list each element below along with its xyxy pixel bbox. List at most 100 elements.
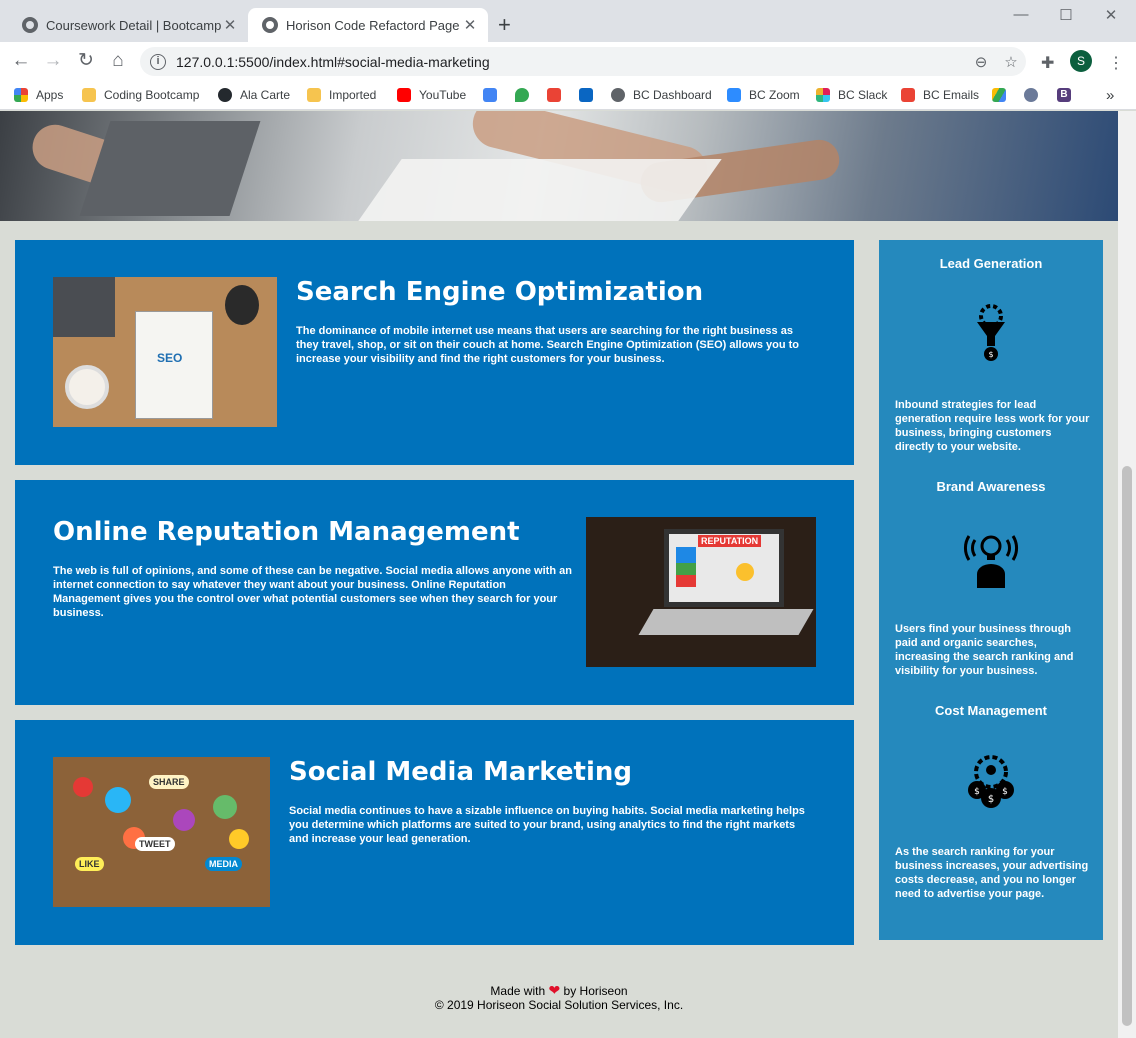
bookmark-apps[interactable]: Apps <box>14 85 63 105</box>
bookmark-label: BC Emails <box>923 88 980 102</box>
benefit-text: Users find your business through paid an… <box>895 623 1074 677</box>
bookmark-imported[interactable]: Imported <box>307 85 376 105</box>
bookmark-label: BC Dashboard <box>633 88 712 102</box>
address-bar[interactable]: i 127.0.0.1:5500/index.html#social-media… <box>140 47 1026 76</box>
bookmark-bc-emails[interactable]: BC Emails <box>901 85 979 105</box>
media-label: MEDIA <box>205 857 242 871</box>
bookmark-youtube[interactable]: YouTube <box>397 85 466 105</box>
page-scrollbar[interactable] <box>1118 111 1136 1038</box>
tab-coursework[interactable]: Coursework Detail | Bootcamp Sp ✕ <box>8 8 248 42</box>
reputation-image-label: REPUTATION <box>698 535 762 547</box>
maximize-icon[interactable]: ☐ <box>1043 6 1089 24</box>
reputation-image: REPUTATION <box>586 517 816 667</box>
close-icon[interactable]: ✕ <box>462 16 478 34</box>
page-footer: Made with ❤ by Horiseon © 2019 Horiseon … <box>0 983 1118 1012</box>
calendar-icon[interactable] <box>483 85 505 105</box>
seo-image: SEO <box>53 277 277 427</box>
bookmarks-bar: Apps Coding Bootcamp Ala Carte Imported … <box>0 80 1136 110</box>
maps-icon[interactable] <box>515 85 537 105</box>
social-media-image: SHARE TWEET LIKE MEDIA <box>53 757 270 907</box>
apps-grid-icon <box>14 88 28 102</box>
brand-awareness-icon <box>964 535 1018 588</box>
browser-toolbar: ← → ↻ ⌂ i 127.0.0.1:5500/index.html#soci… <box>0 42 1136 80</box>
site-info-icon[interactable]: i <box>150 53 166 70</box>
section-title: Online Reputation Management <box>53 517 520 547</box>
section-online-reputation: Online Reputation Management The web is … <box>15 480 854 705</box>
section-title: Social Media Marketing <box>289 757 632 787</box>
globe-icon <box>262 17 278 33</box>
folder-icon <box>82 88 96 102</box>
hero-image <box>0 111 1118 221</box>
svg-text:$: $ <box>988 350 993 359</box>
tab-horison[interactable]: Horison Code Refactord Page ✕ <box>248 8 488 42</box>
svg-text:$: $ <box>988 794 994 805</box>
copyright: © 2019 Horiseon Social Solution Services… <box>434 998 684 1012</box>
section-text: Social media continues to have a sizable… <box>289 805 805 845</box>
bookmark-bc-zoom[interactable]: BC Zoom <box>727 85 800 105</box>
by-text: by Horiseon <box>563 984 628 998</box>
section-social-media: SHARE TWEET LIKE MEDIA Social Media Mark… <box>15 720 854 945</box>
like-label: LIKE <box>75 857 104 871</box>
tweet-label: TWEET <box>135 837 175 851</box>
svg-text:$: $ <box>974 787 980 797</box>
seo-image-label: SEO <box>157 351 183 365</box>
bookmark-ala-carte[interactable]: Ala Carte <box>218 85 290 105</box>
window-close-icon[interactable]: ✕ <box>1088 6 1134 24</box>
bootstrap-icon[interactable]: B <box>1057 85 1079 105</box>
minimize-icon[interactable]: — <box>998 6 1044 23</box>
section-text: The dominance of mobile internet use mea… <box>296 325 800 365</box>
bookmark-bc-slack[interactable]: BC Slack <box>816 85 887 105</box>
new-tab-icon[interactable]: + <box>498 12 511 38</box>
bookmark-coding-bootcamp[interactable]: Coding Bootcamp <box>82 85 199 105</box>
benefit-title: Lead Generation <box>939 256 1043 271</box>
section-title: Search Engine Optimization <box>296 277 704 307</box>
profile-avatar[interactable]: S <box>1070 50 1092 72</box>
url-text[interactable]: 127.0.0.1:5500/index.html#social-media-m… <box>176 54 966 70</box>
bookmark-label: Ala Carte <box>240 88 291 102</box>
benefit-title: Brand Awareness <box>936 479 1046 494</box>
scrollbar-thumb[interactable] <box>1122 466 1132 1026</box>
bookmark-label: BC Slack <box>838 88 888 102</box>
heart-icon: ❤ <box>548 982 561 998</box>
svg-text:$: $ <box>1002 787 1008 797</box>
benefit-text: As the search ranking for your business … <box>895 846 1089 900</box>
mascot-icon[interactable] <box>1024 85 1046 105</box>
footer-made-with: Made with ❤ by Horiseon <box>0 983 1118 998</box>
bookmark-label: YouTube <box>419 88 467 102</box>
menu-icon[interactable]: ⋮ <box>1108 53 1124 73</box>
benefit-text: Inbound strategies for lead generation r… <box>895 399 1090 453</box>
back-icon[interactable]: ← <box>8 48 34 74</box>
zoom-video-icon <box>727 88 741 102</box>
lead-generation-icon: $ <box>977 304 1005 361</box>
slack-icon <box>816 88 830 102</box>
gmail-icon <box>901 88 915 102</box>
reload-icon[interactable]: ↻ <box>73 48 99 74</box>
zoom-icon[interactable]: ⊖ <box>966 53 996 71</box>
forward-icon[interactable]: → <box>40 48 66 74</box>
github-icon <box>218 88 232 102</box>
globe-icon <box>22 17 38 33</box>
extensions-icon[interactable]: ✚ <box>1041 53 1054 73</box>
bookmark-label: Coding Bootcamp <box>104 88 200 102</box>
tab-title: Coursework Detail | Bootcamp Sp <box>46 17 222 33</box>
linkedin-icon[interactable] <box>579 85 601 105</box>
benefits-sidebar: Lead Generation $ Inbound strategies for… <box>879 240 1103 940</box>
home-icon[interactable]: ⌂ <box>105 48 131 74</box>
bookmarks-overflow-icon[interactable]: » <box>1106 85 1114 105</box>
section-seo: SEO Search Engine Optimization The domin… <box>15 240 854 465</box>
bookmark-label: BC Zoom <box>749 88 800 102</box>
made-with-text: Made with <box>490 984 546 998</box>
bookmark-star-icon[interactable]: ☆ <box>996 53 1026 71</box>
folder-icon <box>307 88 321 102</box>
benefit-title: Cost Management <box>935 703 1047 718</box>
bookmark-bc-dashboard[interactable]: BC Dashboard <box>611 85 712 105</box>
close-icon[interactable]: ✕ <box>222 16 238 34</box>
share-label: SHARE <box>149 775 189 789</box>
globe-icon <box>611 88 625 102</box>
bookmark-label: Apps <box>36 88 64 102</box>
tab-title: Horison Code Refactord Page <box>286 17 460 33</box>
section-text: The web is full of opinions, and some of… <box>53 565 572 619</box>
browser-tabstrip: Coursework Detail | Bootcamp Sp ✕ Horiso… <box>0 0 1136 42</box>
google-drive-icon[interactable] <box>992 85 1014 105</box>
gmail-icon[interactable] <box>547 85 569 105</box>
